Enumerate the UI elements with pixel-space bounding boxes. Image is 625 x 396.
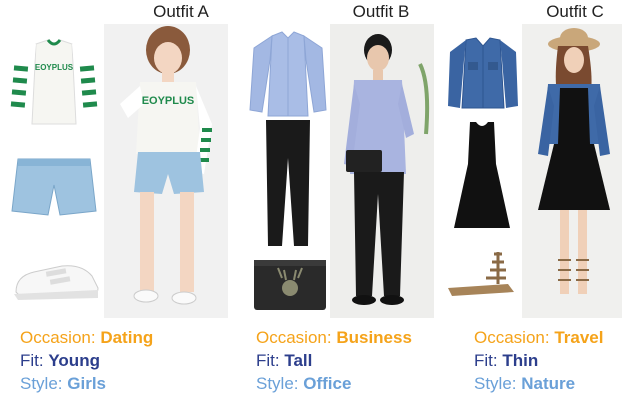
occasion-label: Occasion: <box>474 328 550 347</box>
occasion-value: Travel <box>554 328 604 347</box>
fit-label: Fit: <box>20 351 44 370</box>
outfit-c-info: Occasion: Travel Fit: Thin Style: Nature <box>474 326 603 395</box>
deer-clutch-icon <box>254 260 326 310</box>
fit-value: Tall <box>284 351 313 370</box>
style-label: Style: <box>474 374 517 393</box>
style-label: Style: <box>256 374 299 393</box>
blue-dress-shirt-icon <box>249 31 327 117</box>
fit-value: Young <box>48 351 100 370</box>
style-label: Style: <box>20 374 63 393</box>
black-trousers-icon <box>266 120 310 246</box>
black-dress-icon <box>454 122 510 228</box>
denim-jacket-icon <box>448 37 518 109</box>
outfit-b-info: Occasion: Business Fit: Tall Style: Offi… <box>256 326 412 395</box>
striped-sleeve-tshirt-icon: EOYPLUS <box>10 39 98 125</box>
outfit-b-title: Outfit B <box>352 2 410 21</box>
fit-label: Fit: <box>474 351 498 370</box>
occasion-label: Occasion: <box>256 328 332 347</box>
denim-shorts-icon <box>11 158 97 216</box>
fit-value: Thin <box>502 351 539 370</box>
outfit-c-title: Outfit C <box>546 2 604 21</box>
style-value: Office <box>303 374 352 393</box>
shirt-print-text: EOYPLUS <box>35 63 74 72</box>
style-value: Girls <box>67 374 107 393</box>
occasion-label: Occasion: <box>20 328 96 347</box>
fit-label: Fit: <box>256 351 280 370</box>
outfit-c-model-figure <box>538 28 610 294</box>
outfit-b-model-figure <box>344 34 430 305</box>
outfit-a-info: Occasion: Dating Fit: Young Style: Girls <box>20 326 153 395</box>
style-value: Nature <box>521 374 576 393</box>
outfit-a-title: Outfit A <box>153 2 209 21</box>
model-shirt-print-text: EOYPLUS <box>142 95 195 107</box>
occasion-value: Business <box>336 328 412 347</box>
occasion-value: Dating <box>100 328 154 347</box>
outfit-a-model-figure: EOYPLUS <box>120 26 212 305</box>
white-sneakers-icon <box>14 265 99 300</box>
gladiator-sandals-icon <box>448 252 514 296</box>
